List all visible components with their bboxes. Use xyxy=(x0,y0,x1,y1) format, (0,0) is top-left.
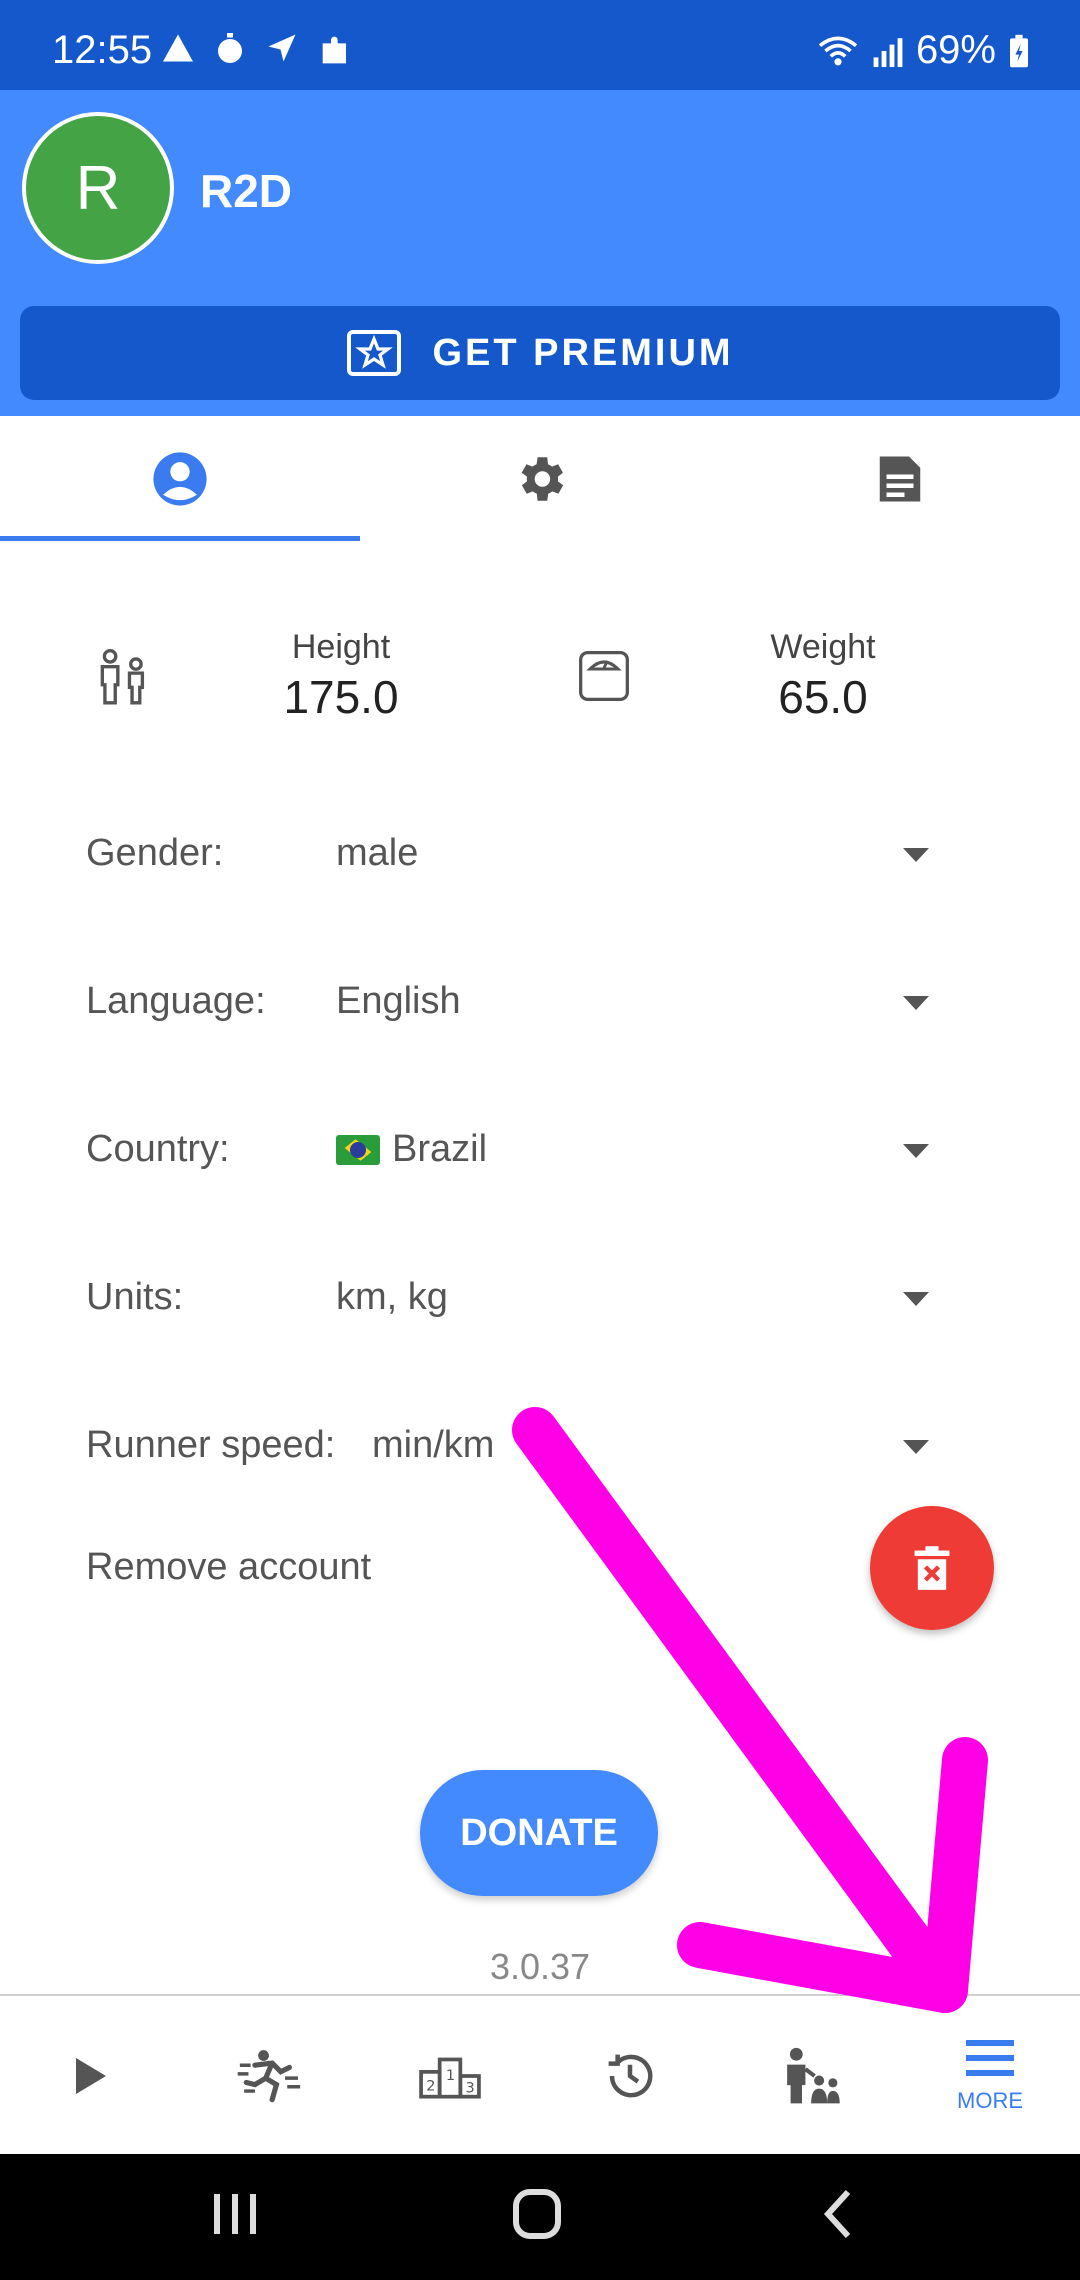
status-bar: 12:55 69% xyxy=(0,0,1080,90)
menu-icon xyxy=(966,2040,1014,2076)
height-value[interactable]: 175.0 xyxy=(241,670,441,724)
nav-more-label: MORE xyxy=(957,2088,1023,2113)
puzzle-icon xyxy=(322,36,346,64)
app-version: 3.0.37 xyxy=(489,1946,591,1987)
chevron-down-icon[interactable] xyxy=(903,1144,929,1158)
nav-play[interactable] xyxy=(0,1996,180,2156)
runner-icon xyxy=(237,2050,301,2103)
nav-more[interactable]: MORE xyxy=(900,1996,1080,2156)
document-icon xyxy=(879,456,921,502)
gender-select[interactable]: male xyxy=(336,832,418,875)
tab-profile[interactable] xyxy=(0,416,360,542)
battery-charging-icon xyxy=(1010,34,1028,67)
chevron-down-icon[interactable] xyxy=(903,1292,929,1306)
battery-percent: 69% xyxy=(915,28,996,72)
warning-triangle-icon xyxy=(163,34,193,62)
chevron-down-icon[interactable] xyxy=(903,1440,929,1454)
avatar[interactable]: R xyxy=(22,112,174,264)
gender-label: Gender: xyxy=(86,832,224,874)
tab-settings[interactable] xyxy=(360,416,720,542)
system-navigation-bar xyxy=(0,2154,1080,2280)
language-row[interactable]: Language: English xyxy=(0,954,1080,1054)
language-label: Language: xyxy=(86,980,266,1022)
height-label: Height xyxy=(291,628,391,666)
people-height-icon xyxy=(100,648,145,705)
units-label: Units: xyxy=(86,1276,184,1318)
language-select[interactable]: English xyxy=(336,980,461,1023)
tab-bar xyxy=(0,416,1080,542)
premium-strip: GET PREMIUM xyxy=(0,290,1080,416)
bottom-navigation: 2 1 3 MORE xyxy=(0,1994,1080,2156)
nav-leaderboard[interactable]: 2 1 3 xyxy=(360,1996,540,2156)
country-value: Brazil xyxy=(392,1128,488,1170)
navigation-arrow-icon xyxy=(268,34,296,62)
chevron-down-icon[interactable] xyxy=(903,848,929,862)
get-premium-button[interactable]: GET PREMIUM xyxy=(20,306,1060,400)
tab-document[interactable] xyxy=(720,416,1080,542)
account-circle-icon xyxy=(153,452,207,506)
country-label: Country: xyxy=(86,1128,230,1170)
units-select[interactable]: km, kg xyxy=(336,1276,448,1319)
avatar-initial: R xyxy=(75,153,121,223)
svg-text:1: 1 xyxy=(446,2068,455,2084)
gear-icon xyxy=(521,457,564,501)
home-icon[interactable] xyxy=(510,2186,564,2242)
play-icon xyxy=(76,2058,106,2094)
wifi-icon xyxy=(818,36,858,65)
podium-icon: 2 1 3 xyxy=(419,2057,481,2099)
tab-selected-indicator xyxy=(0,536,360,541)
svg-text:3: 3 xyxy=(466,2081,475,2097)
recent-apps-icon[interactable] xyxy=(212,2186,258,2242)
country-row[interactable]: Country: Brazil xyxy=(0,1102,1080,1202)
remove-account-button[interactable] xyxy=(870,1506,994,1630)
nav-history[interactable] xyxy=(540,1996,720,2156)
username: R2D xyxy=(200,165,293,217)
weight-label: Weight xyxy=(770,628,876,666)
signal-icon xyxy=(873,37,903,67)
country-select[interactable]: Brazil xyxy=(336,1128,487,1171)
nav-training[interactable] xyxy=(180,1996,360,2156)
scale-icon xyxy=(579,651,629,701)
runner-speed-label: Runner speed: xyxy=(86,1424,336,1466)
chevron-down-icon[interactable] xyxy=(903,996,929,1010)
status-notification-icons xyxy=(160,30,356,70)
history-clock-icon xyxy=(608,2054,653,2098)
brazil-flag-icon xyxy=(336,1134,380,1165)
stopwatch-icon xyxy=(218,33,242,63)
profile-header: R R2D xyxy=(0,90,1080,290)
back-icon[interactable] xyxy=(820,2186,856,2242)
trash-delete-icon xyxy=(914,1546,950,1590)
donate-button[interactable]: DONATE xyxy=(420,1770,658,1896)
status-time: 12:55 xyxy=(52,28,153,72)
status-system-icons: 69% xyxy=(816,28,1030,73)
star-badge-icon xyxy=(347,330,402,376)
remove-account-label: Remove account xyxy=(86,1546,372,1588)
svg-text:2: 2 xyxy=(426,2078,435,2094)
runner-speed-row[interactable]: Runner speed: min/km xyxy=(0,1398,1080,1498)
units-row[interactable]: Units: km, kg xyxy=(0,1250,1080,1350)
nav-coach[interactable] xyxy=(720,1996,900,2156)
runner-speed-select[interactable]: min/km xyxy=(372,1424,494,1467)
get-premium-label: GET PREMIUM xyxy=(432,331,734,374)
coach-group-icon xyxy=(787,2047,840,2104)
weight-value[interactable]: 65.0 xyxy=(723,670,923,724)
gender-row[interactable]: Gender: male xyxy=(0,806,1080,906)
